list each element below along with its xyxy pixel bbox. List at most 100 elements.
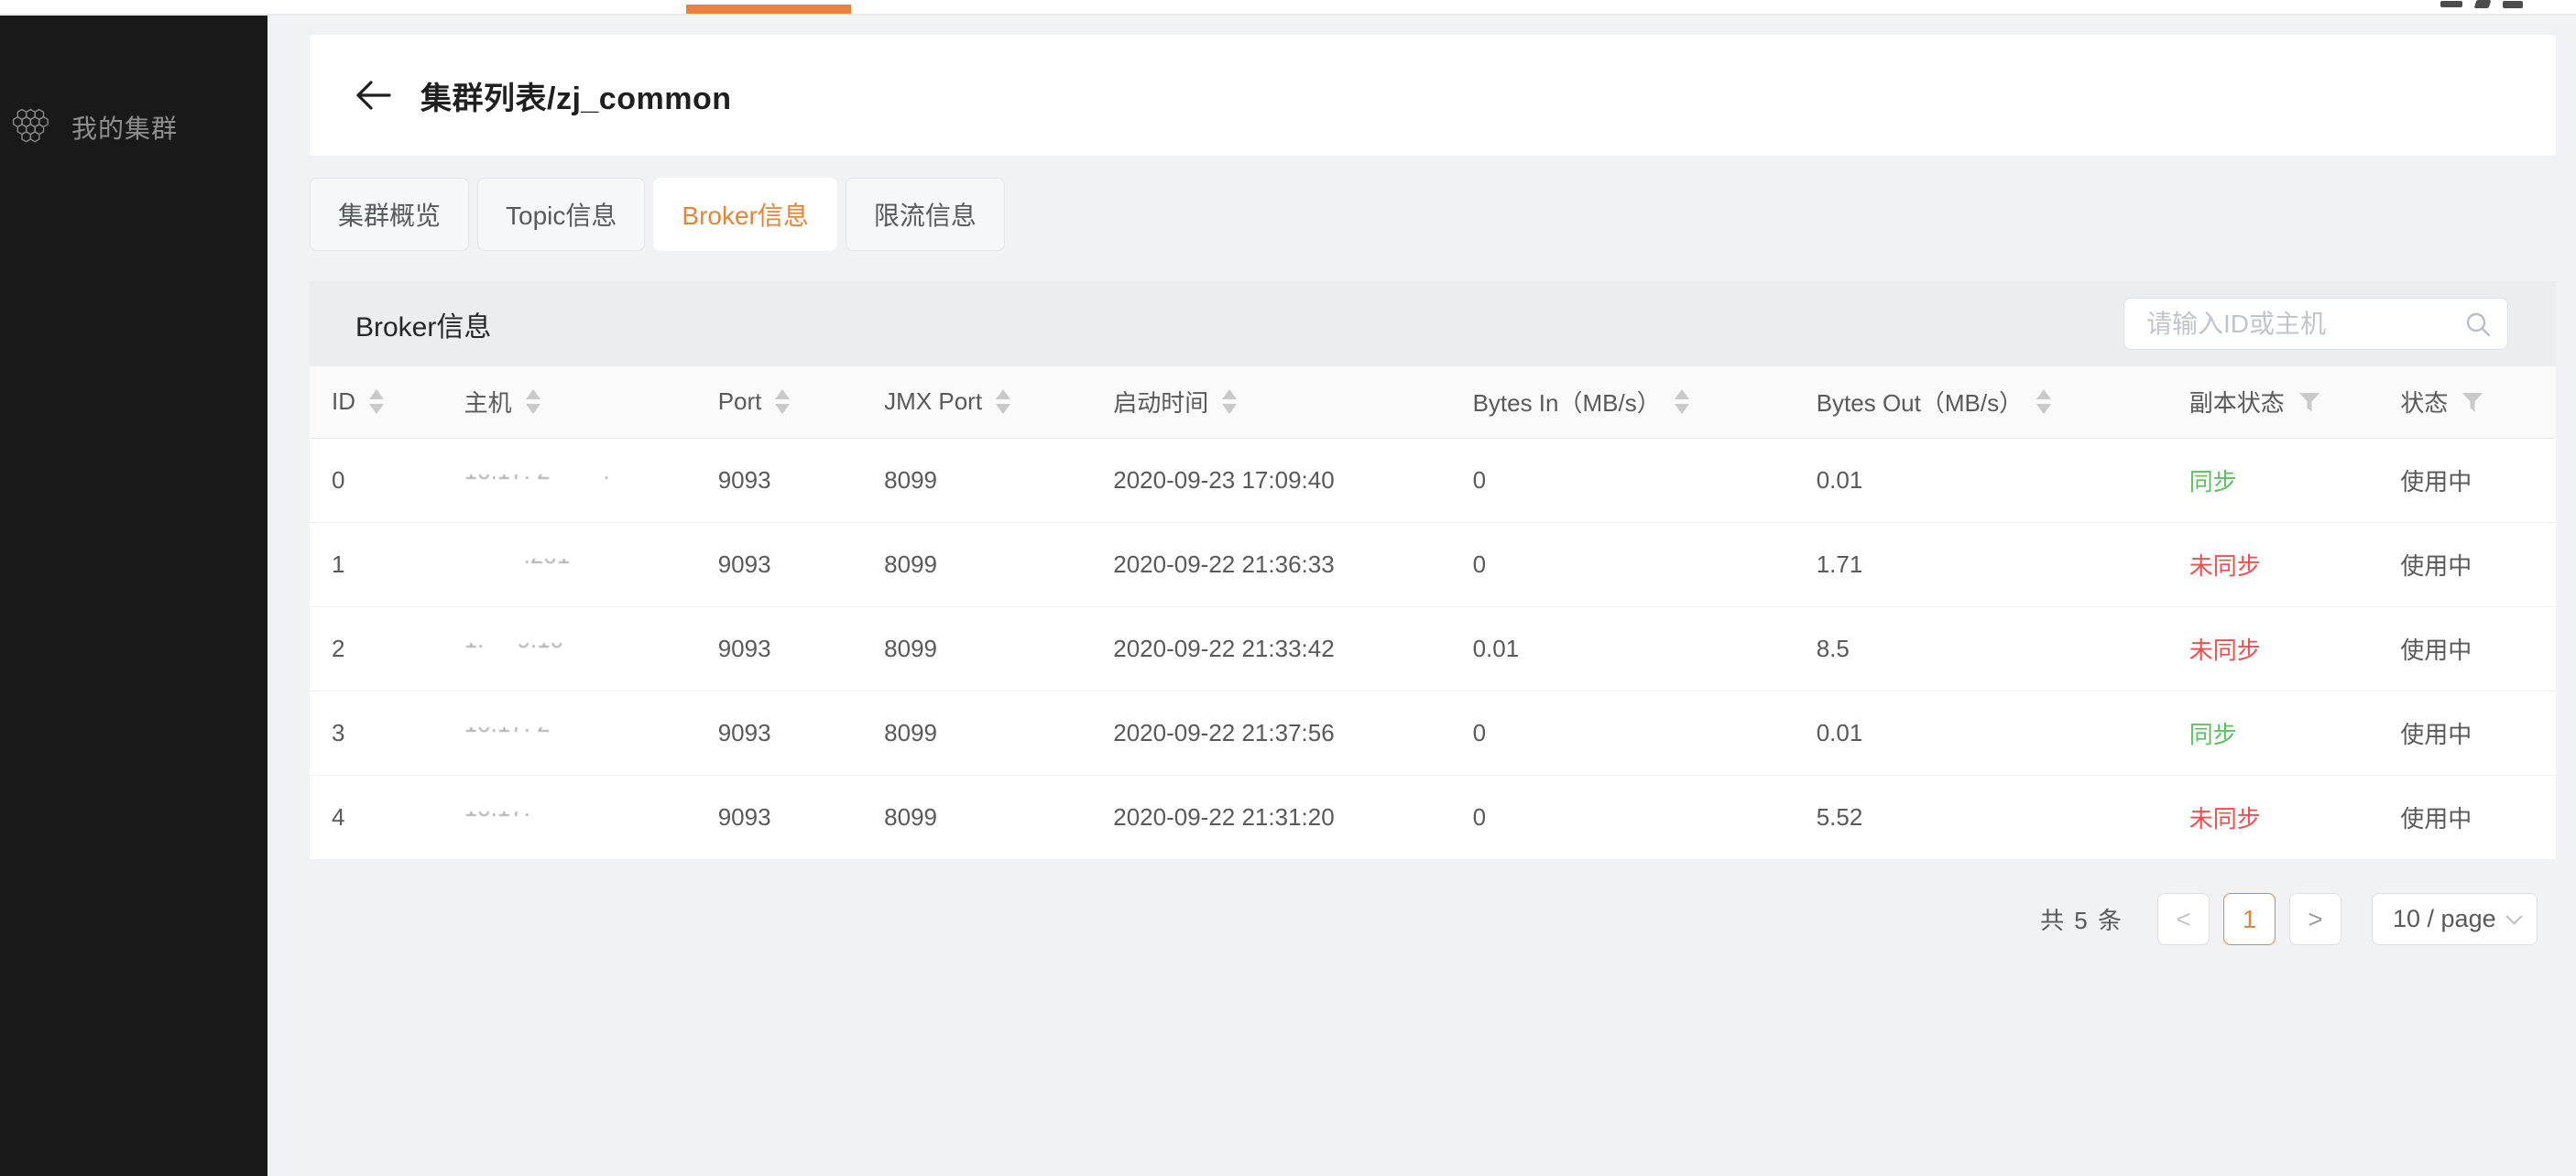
redacted-host: 10.17. [464,811,696,823]
redacted-host: 10.17. 2 . [464,474,696,486]
sort-icon[interactable] [775,389,790,414]
cell-start-time: 2020-09-23 17:09:40 [1091,438,1450,522]
tab-topic-info[interactable]: Topic信息 [477,178,645,251]
broker-info-panel: Broker信息 ID 主机 [310,281,2556,859]
honeycomb-icon [11,108,49,147]
col-label: 状态 [2400,385,2448,419]
back-arrow-icon [355,80,391,111]
col-label: 主机 [464,385,512,419]
cell-host: 10.17. [442,775,696,859]
search-input[interactable] [2123,298,2508,350]
col-label: Bytes In（MB/s） [1473,385,1661,419]
page-header: 集群列表/zj_common [310,35,2556,156]
table-row: 0 10.17. 2 . 9093 8099 2020-09-23 17:09:… [310,438,2556,522]
sort-icon[interactable] [1222,389,1237,414]
pagination-prev-button[interactable]: < [2157,893,2210,945]
cell-replica-status: 未同步 [2167,522,2378,606]
filter-icon[interactable] [2298,392,2320,412]
col-label: JMX Port [884,387,982,416]
col-header-status: 状态 [2378,366,2556,438]
replica-status-badge: 未同步 [2189,805,2261,833]
col-label: 副本状态 [2189,385,2285,419]
cell-status: 使用中 [2378,606,2556,691]
table-row: 2 1. 9.10 9093 8099 2020-09-22 21:33:42 … [310,606,2556,691]
tab-label: Broker信息 [682,196,808,233]
col-header-bytes-in: Bytes In（MB/s） [1451,366,1795,438]
pagination-next-button[interactable]: > [2289,893,2341,945]
cell-port: 9093 [696,775,862,859]
replica-status-badge: 同步 [2189,721,2237,748]
panel-title: Broker信息 [355,304,491,344]
active-nav-indicator [686,5,851,14]
col-header-start-time: 启动时间 [1091,366,1450,438]
clipped-glyph [2474,0,2492,8]
cluster-detail-tabs: 集群概览 Topic信息 Broker信息 限流信息 [310,178,1005,251]
cell-jmx-port: 8099 [862,691,1091,775]
sidebar-item-my-clusters[interactable]: 我的集群 [0,94,267,160]
cell-bytes-in: 0 [1451,522,1795,606]
col-label: ID [332,387,355,416]
top-nav-bar [0,0,2576,16]
cell-start-time: 2020-09-22 21:37:56 [1091,691,1450,775]
replica-status-badge: 未同步 [2189,552,2261,580]
cell-bytes-out: 1.71 [1795,522,2167,606]
cell-jmx-port: 8099 [862,775,1091,859]
cell-status: 使用中 [2378,438,2556,522]
cell-jmx-port: 8099 [862,522,1091,606]
cell-port: 9093 [696,522,862,606]
cell-jmx-port: 8099 [862,606,1091,691]
cell-bytes-out: 0.01 [1795,438,2167,522]
cell-start-time: 2020-09-22 21:33:42 [1091,606,1450,691]
page-size-label: 10 / page [2393,905,2496,933]
col-header-replica-status: 副本状态 [2167,366,2378,438]
col-header-id: ID [310,366,442,438]
broker-table: ID 主机 Port JMX Port 启动时间 Bytes In（MB/s） [310,366,2556,859]
filter-icon[interactable] [2461,392,2483,412]
sort-icon[interactable] [996,389,1010,414]
sidebar: 我的集群 [0,16,267,1176]
pagination-total: 共 5 条 [2040,902,2123,936]
sort-icon[interactable] [369,389,384,414]
back-button[interactable] [353,75,393,115]
replica-status-badge: 未同步 [2189,637,2261,664]
tab-label: 限流信息 [874,196,977,233]
cell-replica-status: 未同步 [2167,775,2378,859]
sort-icon[interactable] [2036,389,2051,414]
cell-host: 10.17. 2 [442,691,696,775]
tab-broker-info[interactable]: Broker信息 [653,178,836,251]
cell-start-time: 2020-09-22 21:36:33 [1091,522,1450,606]
col-header-bytes-out: Bytes Out（MB/s） [1795,366,2167,438]
sort-icon[interactable] [526,389,540,414]
cell-bytes-in: 0.01 [1451,606,1795,691]
table-row: 1 .201 9093 8099 2020-09-22 21:36:33 0 1… [310,522,2556,606]
search-icon[interactable] [2464,310,2492,343]
broker-search [2123,298,2508,350]
tab-cluster-overview[interactable]: 集群概览 [310,178,469,251]
tab-label: 集群概览 [338,196,441,233]
pagination-page-1-button[interactable]: 1 [2223,893,2276,945]
col-header-host: 主机 [442,366,696,438]
cell-host: .201 [442,522,696,606]
sort-icon[interactable] [1675,389,1689,414]
table-row: 3 10.17. 2 9093 8099 2020-09-22 21:37:56… [310,691,2556,775]
col-header-jmx-port: JMX Port [862,366,1091,438]
redacted-host: .201 [464,559,696,571]
col-header-port: Port [696,366,862,438]
tab-label: Topic信息 [506,196,617,233]
col-label: Bytes Out（MB/s） [1817,385,2023,419]
page-size-select[interactable]: 10 / page [2372,893,2538,945]
cell-id: 2 [310,606,442,691]
panel-header: Broker信息 [310,281,2556,366]
cell-status: 使用中 [2378,775,2556,859]
sidebar-item-label: 我的集群 [71,109,178,146]
clipped-glyph [2503,1,2523,8]
cell-replica-status: 同步 [2167,438,2378,522]
chevron-down-icon [2505,908,2522,924]
tab-throttle-info[interactable]: 限流信息 [846,178,1005,251]
cell-id: 3 [310,691,442,775]
cell-host: 1. 9.10 [442,606,696,691]
cell-host: 10.17. 2 . [442,438,696,522]
cell-status: 使用中 [2378,691,2556,775]
cell-jmx-port: 8099 [862,438,1091,522]
cell-bytes-in: 0 [1451,775,1795,859]
